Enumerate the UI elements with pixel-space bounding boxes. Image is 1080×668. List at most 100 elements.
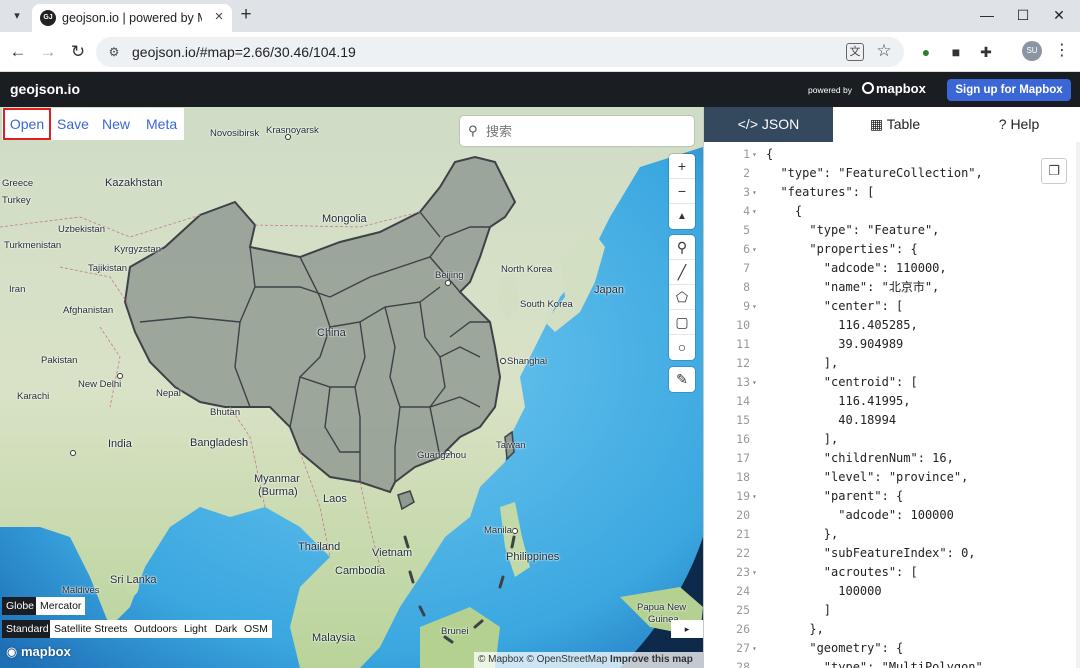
zoom-out-button[interactable]: −	[669, 179, 695, 204]
code-line[interactable]: 17 "childrenNum": 16,	[704, 449, 1080, 468]
code-line[interactable]: 5 "type": "Feature",	[704, 221, 1080, 240]
attribution-osm-link[interactable]: © OpenStreetMap	[527, 654, 608, 665]
url-text[interactable]: geojson.io/#map=2.66/30.46/104.19	[132, 44, 356, 60]
circle-icon[interactable]: ○	[669, 335, 695, 360]
search-icon: ⚲	[468, 123, 478, 138]
menu-new[interactable]: New	[102, 108, 130, 140]
code-line[interactable]: 12 ],	[704, 354, 1080, 373]
style-osm[interactable]: OSM	[240, 620, 272, 638]
marker-icon[interactable]: ⚲	[669, 235, 695, 260]
code-line[interactable]: 10 116.405285,	[704, 316, 1080, 335]
code-line[interactable]: 21 },	[704, 525, 1080, 544]
extension-globe-icon[interactable]: ●	[916, 42, 936, 62]
fold-chevron-icon[interactable]: ▾	[752, 145, 762, 164]
collapse-arrow-icon[interactable]: ▸	[671, 620, 703, 638]
code-line[interactable]: 2 "type": "FeatureCollection",	[704, 164, 1080, 183]
code-line[interactable]: 19 ▾ "parent": {	[704, 487, 1080, 506]
code-line[interactable]: 9 ▾ "center": [	[704, 297, 1080, 316]
polygon-icon[interactable]: ⬠	[669, 285, 695, 310]
tab-search-chevron-icon[interactable]: ▾	[6, 6, 28, 26]
code-line[interactable]: 1 ▾ {	[704, 145, 1080, 164]
menu-open[interactable]: Open	[3, 108, 51, 140]
code-line[interactable]: 23 ▾ "acroutes": [	[704, 563, 1080, 582]
code-line[interactable]: 11 39.904989	[704, 335, 1080, 354]
code-line[interactable]: 4 ▾ {	[704, 202, 1080, 221]
app-logo[interactable]: geojson.io	[10, 81, 80, 97]
site-info-icon[interactable]: ⚙	[106, 44, 122, 60]
fold-chevron-icon[interactable]: ▾	[752, 183, 762, 202]
code-line[interactable]: 18 "level": "province",	[704, 468, 1080, 487]
fold-chevron-icon[interactable]: ▾	[752, 240, 762, 259]
fold-chevron-icon[interactable]: ▾	[752, 373, 762, 392]
edit-icon[interactable]: ✎	[669, 367, 695, 392]
menu-meta[interactable]: Meta	[146, 108, 177, 140]
bookmark-star-icon[interactable]: ☆	[874, 41, 894, 61]
zoom-in-button[interactable]: +	[669, 154, 695, 179]
extensions-puzzle-icon[interactable]: ✚	[976, 42, 996, 62]
search-input[interactable]	[486, 120, 686, 142]
address-bar[interactable]: ⚙ geojson.io/#map=2.66/30.46/104.19 文 ☆	[96, 37, 904, 67]
code-line[interactable]: 24 100000	[704, 582, 1080, 601]
tab-help[interactable]: ? Help	[957, 107, 1080, 142]
compass-icon[interactable]: ▲	[669, 204, 695, 229]
line-number: 2	[743, 166, 750, 180]
mapbox-logo[interactable]: mapbox	[862, 81, 926, 96]
projection-mercator[interactable]: Mercator	[36, 597, 86, 615]
fold-chevron-icon[interactable]: ▾	[752, 563, 762, 582]
code-line[interactable]: 16 ],	[704, 430, 1080, 449]
code-line[interactable]: 15 40.18994	[704, 411, 1080, 430]
style-outdoors[interactable]: Outdoors	[130, 620, 182, 638]
attribution-mapbox-link[interactable]: © Mapbox	[478, 654, 524, 665]
map-search-box[interactable]: ⚲	[460, 116, 694, 146]
rectangle-icon[interactable]: ▢	[669, 310, 695, 335]
improve-map-link[interactable]: Improve this map	[610, 654, 693, 665]
maximize-button[interactable]: ☐	[1006, 4, 1040, 26]
back-arrow-icon[interactable]: ←	[6, 40, 30, 64]
style-dark[interactable]: Dark	[211, 620, 242, 638]
minimize-button[interactable]: —	[970, 4, 1004, 26]
tab-json[interactable]: </> JSON	[704, 107, 833, 142]
new-tab-button[interactable]: +	[236, 5, 256, 26]
reload-icon[interactable]: ↻	[66, 40, 90, 64]
code-line[interactable]: 3 ▾ "features": [	[704, 183, 1080, 202]
style-standard[interactable]: Standard	[2, 620, 53, 638]
code-line[interactable]: 25 ]	[704, 601, 1080, 620]
mapbox-bottom-logo[interactable]: ◉ mapbox	[6, 644, 71, 660]
forward-arrow-icon[interactable]: →	[36, 40, 60, 64]
fold-chevron-icon[interactable]: ▾	[752, 487, 762, 506]
projection-globe[interactable]: Globe	[2, 597, 39, 615]
style-satellite-streets[interactable]: Satellite Streets	[50, 620, 132, 638]
code-line[interactable]: 27 ▾ "geometry": {	[704, 639, 1080, 658]
code-line[interactable]: 14 116.41995,	[704, 392, 1080, 411]
editor-scrollbar[interactable]	[1076, 142, 1080, 668]
browser-menu-icon[interactable]: ⋮	[1052, 41, 1072, 61]
mapbox-mark-icon	[862, 82, 874, 94]
signup-button[interactable]: Sign up for Mapbox	[947, 79, 1071, 101]
extension-media-icon[interactable]: ■	[946, 42, 966, 62]
code-line[interactable]: 13 ▾ "centroid": [	[704, 373, 1080, 392]
json-editor[interactable]: 1 ▾{2 "type": "FeatureCollection", 3 ▾ "fea…	[704, 142, 1080, 668]
browser-tab[interactable]: GJ geojson.io | powered by Mapbox ×	[32, 4, 232, 32]
copy-icon[interactable]: ❐	[1041, 158, 1067, 184]
line-icon[interactable]: ╱	[669, 260, 695, 285]
map-label: Taiwan	[496, 440, 526, 451]
translate-icon[interactable]: 文	[846, 43, 864, 61]
tab-table[interactable]: ▦ Table	[833, 107, 957, 142]
code-line[interactable]: 26 },	[704, 620, 1080, 639]
code-line[interactable]: 28 "type": "MultiPolygon",	[704, 658, 1080, 668]
map-label: Turkmenistan	[4, 240, 62, 251]
fold-chevron-icon[interactable]: ▾	[752, 297, 762, 316]
code-line[interactable]: 20 "adcode": 100000	[704, 506, 1080, 525]
style-light[interactable]: Light	[180, 620, 211, 638]
code-line[interactable]: 22 "subFeatureIndex": 0,	[704, 544, 1080, 563]
code-line[interactable]: 8 "name": "北京市",	[704, 278, 1080, 297]
code-line[interactable]: 7 "adcode": 110000,	[704, 259, 1080, 278]
tab-close-icon[interactable]: ×	[210, 8, 228, 26]
profile-avatar[interactable]: SU	[1022, 41, 1042, 61]
close-window-button[interactable]: ✕	[1042, 4, 1076, 26]
fold-chevron-icon[interactable]: ▾	[752, 639, 762, 658]
code-line[interactable]: 6 ▾ "properties": {	[704, 240, 1080, 259]
fold-chevron-icon[interactable]: ▾	[752, 202, 762, 221]
map-canvas[interactable]: Novosibirsk Krasnoyarsk Kazakhstan Greec…	[0, 107, 703, 668]
menu-save[interactable]: Save	[57, 108, 89, 140]
